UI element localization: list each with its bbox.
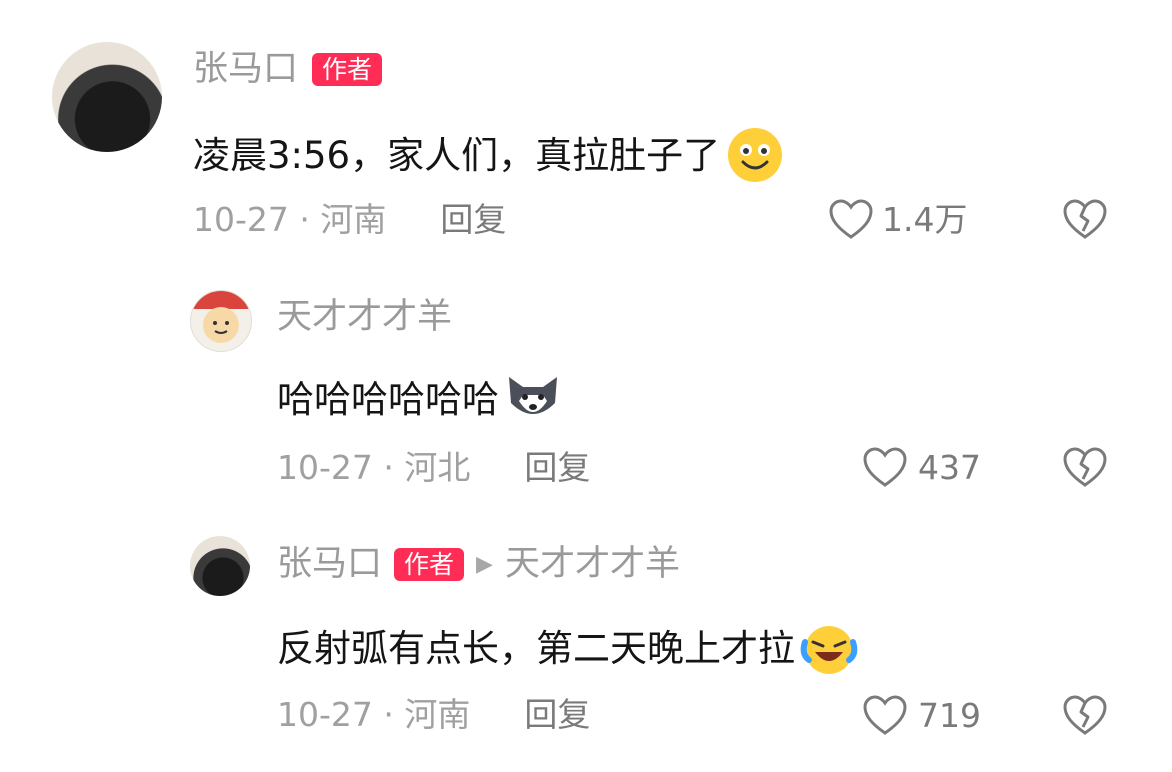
comment-date-location: 10-27 · 河北 [277,448,471,487]
dislike-broken-heart-icon[interactable] [1062,446,1108,488]
comment-meta-row: 10-27 · 河南 回复 [193,203,506,236]
like-button[interactable]: 1.4万 [828,198,967,240]
comment-date-location: 10-27 · 河南 [277,695,471,734]
comment-body: 凌晨3:56，家人们，真拉肚子了 [193,126,784,184]
comment-text: 凌晨3:56，家人们，真拉肚子了 [193,133,721,177]
like-count: 1.4万 [882,199,968,239]
comment-meta-row: 10-27 · 河北 回复 [277,451,590,484]
author-avatar[interactable] [190,536,250,596]
author-badge: 作者 [394,548,465,581]
reply-arrow-icon: ▶ [476,551,493,577]
like-count: 437 [918,447,981,487]
reply-button[interactable]: 回复 [524,451,590,484]
reply-to-name[interactable]: 天才才才羊 [505,547,680,582]
laugh-cry-emoji-icon [799,620,859,676]
reply-button[interactable]: 回复 [524,698,590,731]
heart-icon [862,694,908,736]
comment-header: 张马口 作者 ▶ 天才才才羊 [277,547,680,582]
like-count: 719 [918,695,981,735]
author-name[interactable]: 张马口 [277,547,382,582]
author-avatar[interactable] [52,42,162,152]
comment-body: 哈哈哈哈哈哈 [277,371,563,427]
author-badge: 作者 [312,53,383,86]
comment-body: 反射弧有点长，第二天晚上才拉 [277,620,859,676]
heart-icon [862,446,908,488]
dislike-broken-heart-icon[interactable] [1062,198,1108,240]
reply-button[interactable]: 回复 [440,203,506,236]
comment-header: 张马口 作者 [193,52,383,87]
author-name[interactable]: 张马口 [193,52,298,87]
comment-text: 哈哈哈哈哈哈 [277,377,499,421]
husky-emoji-icon [503,371,563,427]
like-button[interactable]: 437 [862,446,981,488]
smile-emoji-icon [726,126,784,184]
comment-date-location: 10-27 · 河南 [193,200,387,239]
replier-avatar[interactable] [190,290,252,352]
heart-icon [828,198,874,240]
author-name[interactable]: 天才才才羊 [277,297,452,337]
like-button[interactable]: 719 [862,694,981,736]
comment-text: 反射弧有点长，第二天晚上才拉 [277,626,795,670]
dislike-broken-heart-icon[interactable] [1062,694,1108,736]
comment-meta-row: 10-27 · 河南 回复 [277,698,590,731]
comment-header: 天才才才羊 [277,300,452,335]
